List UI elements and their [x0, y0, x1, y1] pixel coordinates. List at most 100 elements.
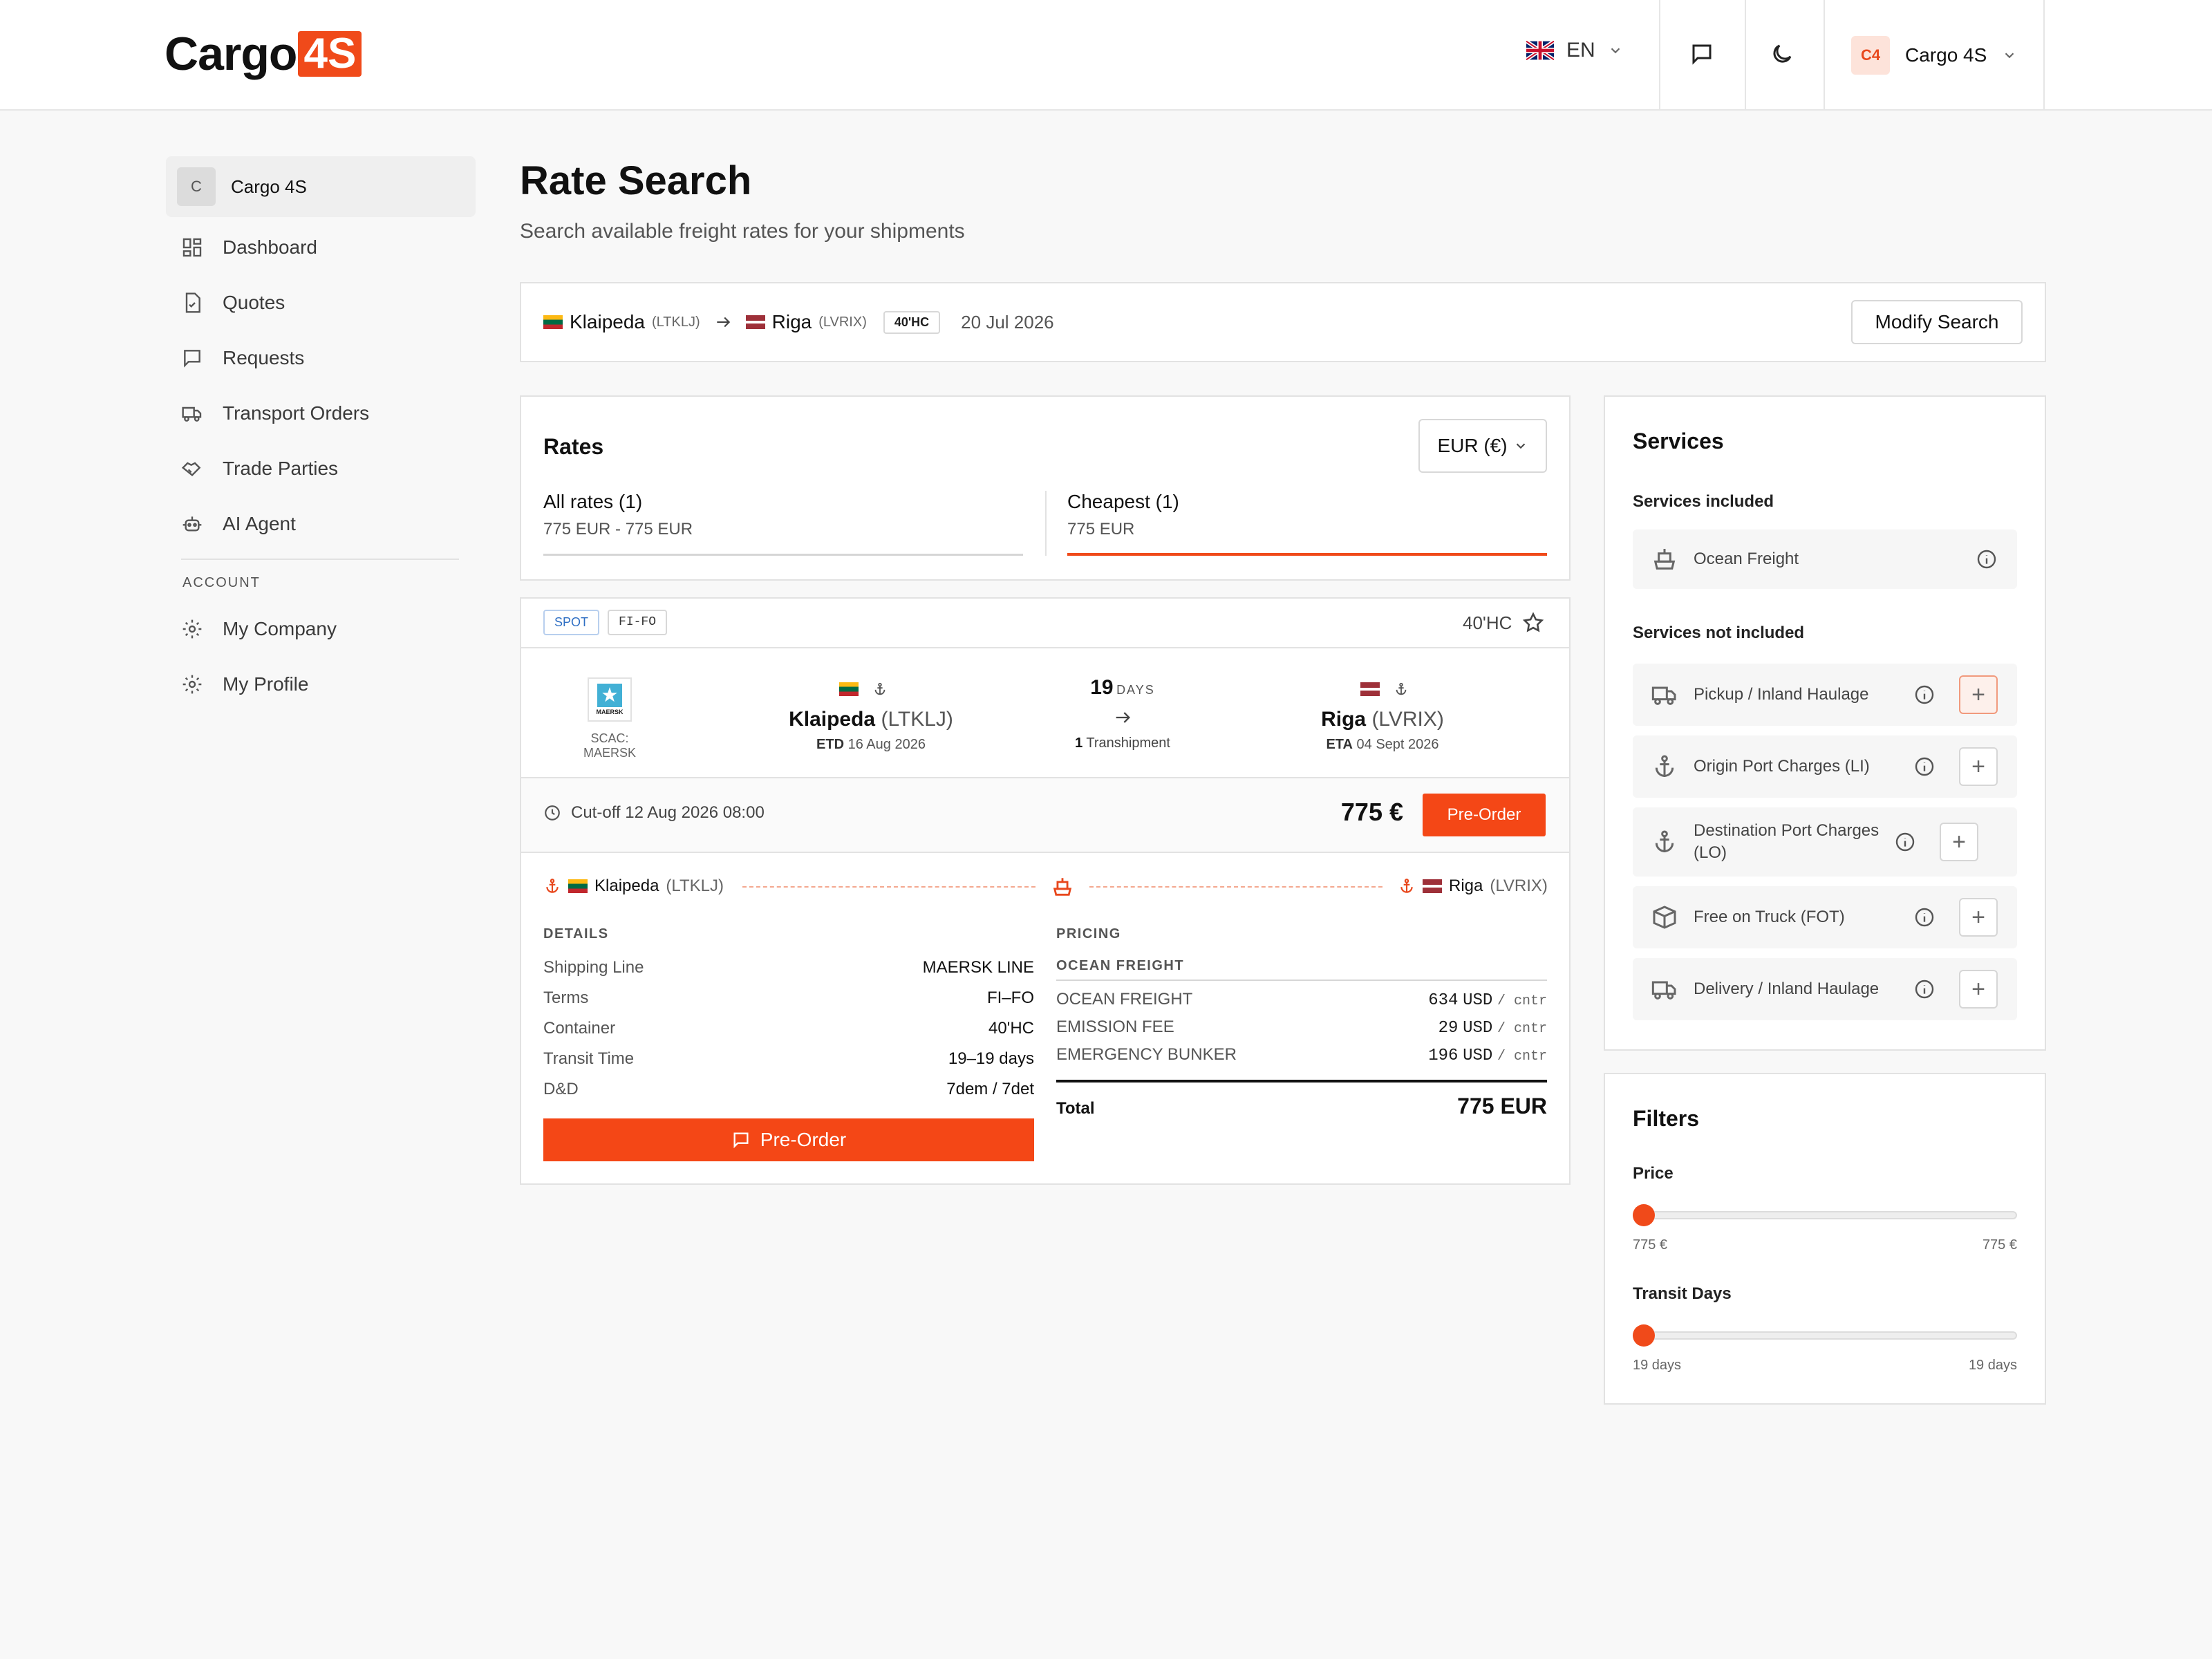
transit-max: 19 days [1968, 1358, 2017, 1373]
service-origin-port: Origin Port Charges (LI) + [1633, 735, 2017, 798]
tab-label: Cheapest (1) [1067, 491, 1179, 512]
messages-button[interactable] [1689, 41, 1714, 66]
anchor-icon [1396, 682, 1407, 695]
divider [181, 559, 459, 560]
pricing-list: OCEAN FREIGHT 634 USD / cntr EMISSION FE… [1056, 986, 1547, 1069]
modify-search-button[interactable]: Modify Search [1851, 300, 2023, 344]
currency-value: EUR (€) [1437, 435, 1508, 456]
add-service-button[interactable]: + [1959, 970, 1998, 1009]
sidebar-item-my-company[interactable]: My Company [181, 614, 337, 644]
search-date: 20 Jul 2026 [961, 311, 1054, 332]
services-not-included-title: Services not included [1633, 624, 1805, 642]
add-service-button[interactable]: + [1959, 675, 1998, 714]
star-icon[interactable] [1521, 611, 1545, 635]
price-slider-track[interactable] [1633, 1211, 2017, 1219]
dashboard-grid-icon [182, 238, 202, 257]
pricing-group: OCEAN FREIGHT [1056, 958, 1547, 981]
detail-key: Shipping Line [543, 958, 644, 977]
detail-row: Terms FI–FO [543, 983, 1034, 1013]
service-free-on-truck: Free on Truck (FOT) + [1633, 886, 2017, 948]
avatar: C4 [1851, 36, 1890, 75]
clock-icon [545, 805, 560, 821]
transit-slider-track[interactable] [1633, 1331, 2017, 1340]
tab-all-rates[interactable]: All rates (1) 775 EUR - 775 EUR [543, 491, 1023, 556]
route-destination: Riga (LVRIX) [1398, 875, 1548, 897]
moon-icon [1773, 44, 1792, 63]
pricing-unit: / cntr [1497, 1048, 1547, 1065]
chevron-down-icon [2005, 53, 2014, 59]
sidebar-item-label: Quotes [223, 292, 285, 313]
robot-icon [182, 516, 202, 532]
divider [1745, 0, 1746, 111]
pre-order-wide-button[interactable]: Pre-Order [543, 1118, 1034, 1161]
sidebar-item-requests[interactable]: Requests [181, 343, 304, 373]
divider [2043, 0, 2045, 111]
pre-order-button[interactable]: Pre-Order [1423, 794, 1546, 836]
transit-summary: 19 DAYS [1019, 676, 1226, 700]
info-icon[interactable] [1913, 684, 1936, 706]
detail-row: Shipping Line MAERSK LINE [543, 953, 1034, 983]
chat-icon [184, 350, 200, 368]
search-route: Klaipeda (LTKLJ) Riga (LVRIX) 40'HC 20 J… [543, 308, 1054, 336]
currency-select[interactable]: EUR (€) [1418, 419, 1547, 473]
pricing-unit: / cntr [1497, 993, 1547, 1009]
eta-label: ETA [1326, 737, 1353, 752]
truck-icon [182, 406, 202, 422]
sidebar-item-label: Dashboard [223, 236, 317, 258]
rate-container: 40'HC [1463, 612, 1512, 633]
add-service-button[interactable]: + [1940, 823, 1978, 861]
info-icon[interactable] [1894, 831, 1916, 853]
sidebar-item-trade-parties[interactable]: Trade Parties [181, 453, 338, 484]
info-icon[interactable] [1976, 548, 1998, 570]
sidebar-item-dashboard[interactable]: Dashboard [181, 232, 317, 263]
anchor-icon [1655, 755, 1674, 777]
sidebar-item-label: My Company [223, 618, 337, 639]
total-value: 775 EUR [1457, 1094, 1547, 1118]
search-destination: Riga [771, 311, 812, 332]
pricing-key: EMERGENCY BUNKER [1056, 1045, 1237, 1064]
account-menu[interactable]: C4 Cargo 4S [1851, 36, 2017, 75]
search-origin: Klaipeda [570, 311, 645, 332]
details-title: DETAILS [543, 926, 609, 941]
page-subtitle: Search available freight rates for your … [520, 220, 965, 243]
detail-row: Container 40'HC [543, 1013, 1034, 1044]
language-selector[interactable]: EN [1526, 39, 1623, 62]
sidebar-item-ai-agent[interactable]: AI Agent [181, 509, 296, 539]
sidebar-item-transport-orders[interactable]: Transport Orders [181, 398, 369, 429]
handshake-icon [181, 462, 201, 476]
org-switcher[interactable]: C Cargo 4S [166, 156, 476, 217]
pricing-amount: 196 [1428, 1046, 1459, 1065]
sidebar-item-label: AI Agent [223, 513, 296, 534]
info-icon[interactable] [1913, 906, 1936, 928]
sidebar-item-my-profile[interactable]: My Profile [181, 669, 308, 700]
price-min: 775 € [1633, 1237, 1668, 1253]
detail-key: Container [543, 1019, 616, 1038]
org-avatar: C [177, 167, 216, 206]
tab-cheapest[interactable]: Cheapest (1) 775 EUR [1067, 491, 1547, 556]
detail-key: Transit Time [543, 1049, 635, 1068]
add-service-button[interactable]: + [1959, 747, 1998, 786]
pricing-row: EMISSION FEE 29 USD / cntr [1056, 1013, 1547, 1041]
price-slider-thumb[interactable] [1633, 1204, 1655, 1226]
info-icon[interactable] [1913, 978, 1936, 1000]
service-delivery: Delivery / Inland Haulage + [1633, 958, 2017, 1020]
logo[interactable]: Cargo 4S [165, 28, 362, 80]
info-icon[interactable] [1913, 756, 1936, 778]
pricing-amount: 634 [1428, 991, 1459, 1010]
truck-icon [1651, 686, 1676, 705]
origin-city: Klaipeda [789, 708, 876, 731]
route-origin-city: Klaipeda [594, 877, 659, 895]
lithuania-flag-icon [839, 682, 859, 696]
add-service-button[interactable]: + [1959, 898, 1998, 937]
divider [521, 852, 1569, 853]
route-dest-code: (LVRIX) [1490, 877, 1548, 895]
latvia-flag-icon [1423, 879, 1442, 893]
etd-date: 16 Aug 2026 [847, 737, 926, 752]
carrier-scac: SCAC: MAERSK [583, 731, 637, 760]
sidebar-item-quotes[interactable]: Quotes [181, 288, 285, 318]
transit-slider-thumb[interactable] [1633, 1324, 1655, 1347]
detail-value: 7dem / 7det [946, 1080, 1034, 1098]
route-origin: Klaipeda (LTKLJ) [543, 875, 724, 897]
sidebar-item-label: Requests [223, 347, 305, 368]
theme-toggle[interactable] [1770, 41, 1794, 66]
